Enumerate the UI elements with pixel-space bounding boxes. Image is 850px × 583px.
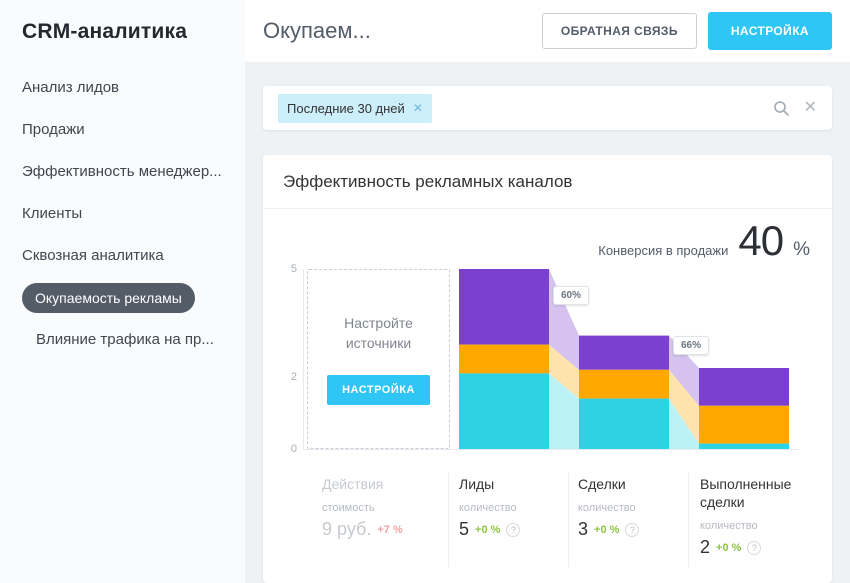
funnel-bar-segment[interactable] (699, 368, 789, 406)
sidebar: CRM-аналитика Анализ лидов Продажи Эффек… (0, 0, 245, 583)
filter-chip-label: Последние 30 дней (287, 101, 405, 116)
sidebar-title: CRM-аналитика (22, 20, 245, 44)
setup-sources-box: Настройте источники НАСТРОЙКА (307, 269, 450, 449)
funnel-bar-segment[interactable] (459, 373, 549, 449)
sidebar-item-manager-efficiency[interactable]: Эффективность менеджер... (22, 163, 245, 181)
stat-leads: Лиды количество 5 +0 % ? (459, 475, 559, 540)
effectiveness-card: Эффективность рекламных каналов Конверси… (263, 155, 832, 583)
stat-delta: +0 % (594, 524, 619, 536)
filter-clear-icon[interactable]: ✕ (804, 100, 817, 116)
sidebar-item-end-to-end-analytics[interactable]: Сквозная аналитика (22, 247, 245, 265)
funnel-bar-segment[interactable] (579, 370, 669, 399)
funnel-bar-segment[interactable] (579, 336, 669, 370)
stat-completed-deals: Выполненные сделки количество 2 +0 % ? (700, 475, 812, 558)
conversion-label: Конверсия в продажи (598, 243, 728, 258)
stat-value: 5 (459, 519, 469, 540)
stat-title: Лиды (459, 475, 559, 493)
active-item-pill: Окупаемость рекламы (22, 283, 195, 313)
help-icon[interactable]: ? (747, 541, 761, 555)
stat-actions: Действия стоимость 9 руб. +7 % (322, 475, 442, 540)
card-body: Конверсия в продажи 40 % 5 2 0 Настройте и… (263, 209, 832, 583)
chip-close-icon[interactable]: ✕ (413, 102, 423, 114)
conversion-summary: Конверсия в продажи 40 % (283, 209, 812, 263)
stat-value: 3 (578, 519, 588, 540)
stat-delta: +0 % (475, 524, 500, 536)
page-title: Окупаем... (263, 18, 542, 44)
filter-bar[interactable]: Последние 30 дней ✕ ✕ (263, 86, 832, 130)
stat-metric-label: количество (578, 502, 678, 514)
feedback-button[interactable]: ОБРАТНАЯ СВЯЗЬ (542, 13, 697, 49)
card-title: Эффективность рекламных каналов (283, 172, 812, 192)
funnel-bar-segment[interactable] (459, 269, 549, 345)
stat-title: Сделки (578, 475, 678, 493)
stats-row: Действия стоимость 9 руб. +7 % Лиды коли… (283, 471, 812, 571)
stats-divider (688, 473, 689, 567)
funnel-bar-segment[interactable] (459, 345, 549, 374)
funnel-chart-area: 5 2 0 Настройте источники НАСТРОЙКА 60% 66% (283, 263, 812, 463)
card-header: Эффективность рекламных каналов (263, 155, 832, 209)
setup-sources-text: Настройте источники (323, 313, 435, 354)
sidebar-item-ad-payback[interactable]: Окупаемость рекламы (22, 283, 245, 313)
stat-metric-label: стоимость (322, 502, 442, 514)
funnel-bar-segment[interactable] (699, 406, 789, 444)
help-icon[interactable]: ? (506, 523, 520, 537)
sidebar-nav: Анализ лидов Продажи Эффективность менед… (22, 79, 245, 349)
setup-sources-button[interactable]: НАСТРОЙКА (327, 375, 430, 405)
stat-title: Действия (322, 475, 442, 493)
funnel-chart (459, 263, 799, 463)
content-area: Последние 30 дней ✕ ✕ Эффективность рекл… (245, 62, 850, 583)
y-axis-tick: 0 (283, 442, 297, 456)
stat-title: Выполненные сделки (700, 475, 812, 511)
stat-value: 2 (700, 537, 710, 558)
stats-divider (568, 473, 569, 567)
filter-chip-last-30-days[interactable]: Последние 30 дней ✕ (278, 94, 432, 123)
stat-value: 9 руб. (322, 519, 371, 540)
stat-metric-label: количество (459, 502, 559, 514)
sidebar-item-lead-analysis[interactable]: Анализ лидов (22, 79, 245, 97)
stat-metric-label: количество (700, 520, 812, 532)
app-window: CRM-аналитика Анализ лидов Продажи Эффек… (0, 0, 850, 583)
sidebar-item-sales[interactable]: Продажи (22, 121, 245, 139)
topbar: Окупаем... ОБРАТНАЯ СВЯЗЬ НАСТРОЙКА (245, 0, 850, 62)
sidebar-item-traffic-impact[interactable]: Влияние трафика на пр... (22, 331, 245, 349)
funnel-bar-segment[interactable] (699, 444, 789, 449)
conversion-value: 40 (738, 219, 783, 263)
sidebar-item-clients[interactable]: Клиенты (22, 205, 245, 223)
main-panel: Окупаем... ОБРАТНАЯ СВЯЗЬ НАСТРОЙКА Посл… (245, 0, 850, 583)
conversion-unit: % (793, 239, 810, 261)
stat-delta: +0 % (716, 542, 741, 554)
filter-search-input[interactable] (442, 98, 763, 118)
stat-deals: Сделки количество 3 +0 % ? (578, 475, 678, 540)
y-axis-tick: 2 (283, 370, 297, 384)
conversion-rate-tag: 60% (553, 286, 589, 305)
search-icon[interactable] (773, 100, 790, 117)
stat-delta: +7 % (377, 524, 402, 536)
settings-button[interactable]: НАСТРОЙКА (708, 12, 832, 50)
y-axis-tick: 5 (283, 262, 297, 276)
conversion-rate-tag: 66% (673, 336, 709, 355)
help-icon[interactable]: ? (625, 523, 639, 537)
stats-divider (448, 473, 449, 567)
funnel-bar-segment[interactable] (579, 399, 669, 449)
y-axis-line (303, 269, 304, 449)
